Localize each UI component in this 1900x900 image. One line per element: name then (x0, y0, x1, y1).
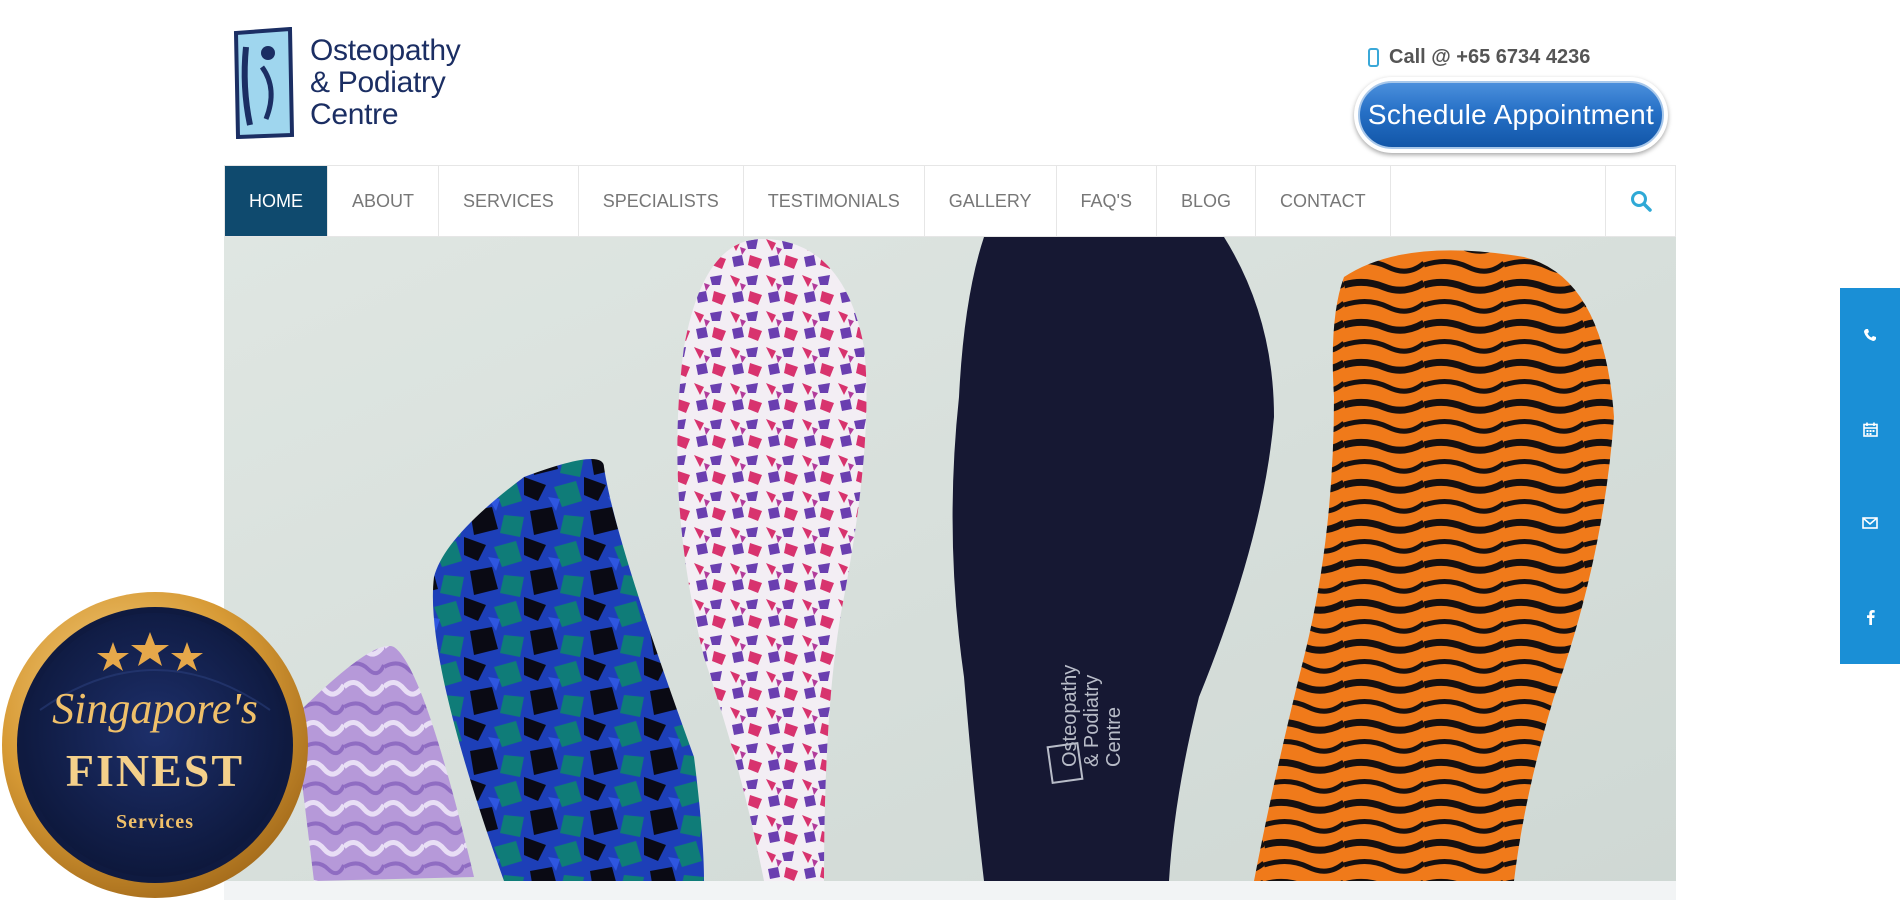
insole-print-line-2: & Podiatry (1081, 675, 1103, 767)
hero-banner-image: Osteopathy & Podiatry Centre (224, 237, 1676, 881)
nav-item-testimonials[interactable]: TESTIMONIALS (744, 166, 925, 236)
mail-icon (1862, 517, 1878, 529)
nav-item-contact[interactable]: CONTACT (1256, 166, 1391, 236)
facebook-icon (1866, 610, 1875, 625)
badge-line-1: Singapore's (52, 684, 258, 733)
side-mail-button[interactable] (1840, 476, 1900, 570)
floating-contact-bar (1840, 288, 1900, 664)
schedule-appointment-button[interactable]: Schedule Appointment (1354, 77, 1668, 153)
nav-item-services[interactable]: SERVICES (439, 166, 579, 236)
nav-item-home[interactable]: HOME (225, 166, 328, 236)
logo-line-2: & Podiatry (310, 66, 446, 99)
side-facebook-button[interactable] (1840, 570, 1900, 664)
nav-item-gallery[interactable]: GALLERY (925, 166, 1057, 236)
nav-item-faqs[interactable]: FAQ'S (1057, 166, 1157, 236)
search-button[interactable] (1605, 166, 1675, 236)
singapores-finest-badge[interactable]: Singapore's FINEST Services (0, 590, 310, 900)
call-text: Call @ +65 6734 4236 (1389, 46, 1591, 68)
logo-line-3: Centre (310, 98, 399, 131)
site-logo[interactable]: Osteopathy & Podiatry Centre (232, 24, 480, 142)
calendar-icon (1862, 422, 1878, 437)
insole-print-line-3: Centre (1103, 707, 1125, 767)
schedule-appointment-label: Schedule Appointment (1358, 81, 1664, 149)
search-icon (1630, 191, 1652, 212)
phone-icon (1864, 329, 1876, 341)
side-phone-button[interactable] (1840, 288, 1900, 382)
mobile-phone-icon (1368, 48, 1379, 67)
side-calendar-button[interactable] (1840, 382, 1900, 476)
badge-line-2: FINEST (66, 745, 244, 796)
logo-mark-icon (232, 26, 296, 140)
nav-item-specialists[interactable]: SPECIALISTS (579, 166, 744, 236)
nav-item-blog[interactable]: BLOG (1157, 166, 1256, 236)
badge-line-3: Services (116, 811, 194, 833)
nav-item-about[interactable]: ABOUT (328, 166, 440, 236)
hero-bottom-strip (224, 881, 1676, 900)
logo-line-1: Osteopathy (310, 34, 461, 67)
logo-wordmark: Osteopathy & Podiatry Centre (310, 34, 461, 131)
call-link[interactable]: Call @ +65 6734 4236 (1368, 46, 1590, 69)
main-nav: HOME ABOUT SERVICES SPECIALISTS TESTIMON… (224, 165, 1676, 237)
